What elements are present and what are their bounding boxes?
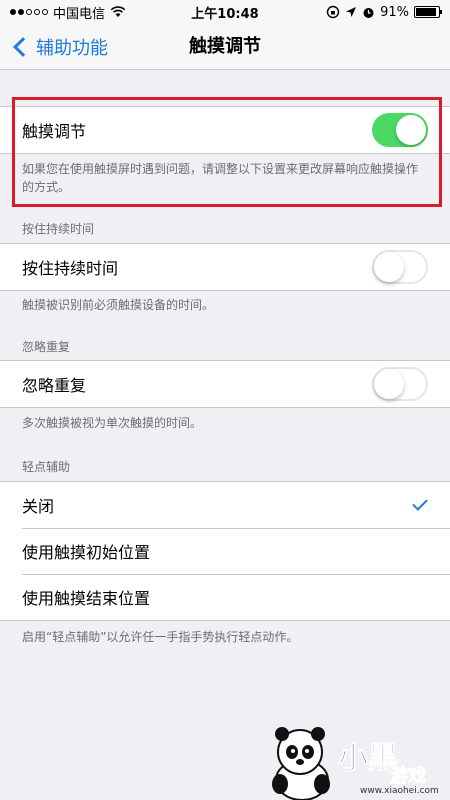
carrier-name: 中国电信	[53, 6, 106, 22]
option-label: 使用触摸结束位置	[22, 589, 151, 608]
tap-assistance-header: 轻点辅助	[22, 460, 71, 474]
back-button[interactable]: 辅助功能	[10, 24, 108, 70]
ignore-repeat-switch[interactable]	[372, 367, 428, 401]
location-icon	[346, 7, 357, 17]
ignore-repeat-header: 忽略重复	[22, 340, 71, 354]
ignore-repeat-label: 忽略重复	[22, 376, 87, 395]
touch-accommodations-row: 触摸调节	[0, 107, 450, 153]
tap-assistance-option-off[interactable]: 关闭	[0, 482, 450, 528]
ignore-repeat-footnote: 多次触摸被视为单次触摸的时间。	[22, 416, 203, 430]
back-button-label: 辅助功能	[36, 38, 108, 59]
hold-duration-group: 按住持续时间	[0, 243, 450, 291]
navigation-bar: 触摸调节 辅助功能	[0, 24, 450, 70]
svg-text:小黑: 小黑	[338, 741, 398, 776]
watermark-logo: 小黑 游戏 www.xiaohei.com	[262, 722, 450, 800]
tap-assistance-option-final[interactable]: 使用触摸结束位置	[0, 574, 450, 620]
option-label: 关闭	[22, 497, 55, 516]
svg-text:游戏: 游戏	[390, 765, 426, 787]
battery-percent: 91%	[380, 4, 409, 20]
hold-duration-switch[interactable]	[372, 250, 428, 284]
tap-assistance-option-initial[interactable]: 使用触摸初始位置	[0, 528, 450, 574]
touch-accommodations-switch[interactable]	[372, 113, 428, 147]
option-label: 使用触摸初始位置	[22, 543, 151, 562]
ignore-repeat-group: 忽略重复	[0, 360, 450, 408]
ignore-repeat-row: 忽略重复	[0, 361, 450, 407]
hold-duration-label: 按住持续时间	[22, 259, 119, 278]
tap-assistance-group: 关闭 使用触摸初始位置 使用触摸结束位置	[0, 481, 450, 621]
tap-assistance-footnote: 启用“轻点辅助”以允许任一手指手势执行轻点动作。	[22, 630, 299, 644]
alarm-icon	[363, 7, 374, 18]
hold-duration-footnote: 触摸被识别前必须触摸设备的时间。	[22, 298, 215, 312]
wifi-icon	[110, 6, 126, 17]
watermark-url: www.xiaohei.com	[360, 786, 439, 796]
battery-icon	[414, 6, 442, 18]
touch-accommodations-footnote: 如果您在使用触摸屏时遇到问题，请调整以下设置来更改屏幕响应触摸操作的方式。	[22, 162, 419, 194]
hold-duration-row: 按住持续时间	[0, 244, 450, 290]
checkmark-icon	[412, 495, 428, 511]
touch-accommodations-label: 触摸调节	[22, 122, 87, 141]
chevron-left-icon	[13, 37, 33, 57]
touch-accommodations-group: 触摸调节	[0, 106, 450, 154]
signal-strength-icon	[10, 9, 48, 15]
hold-duration-header: 按住持续时间	[22, 222, 95, 236]
status-bar: 中国电信 上午10:48 91%	[0, 0, 450, 24]
orientation-lock-icon	[326, 5, 340, 19]
